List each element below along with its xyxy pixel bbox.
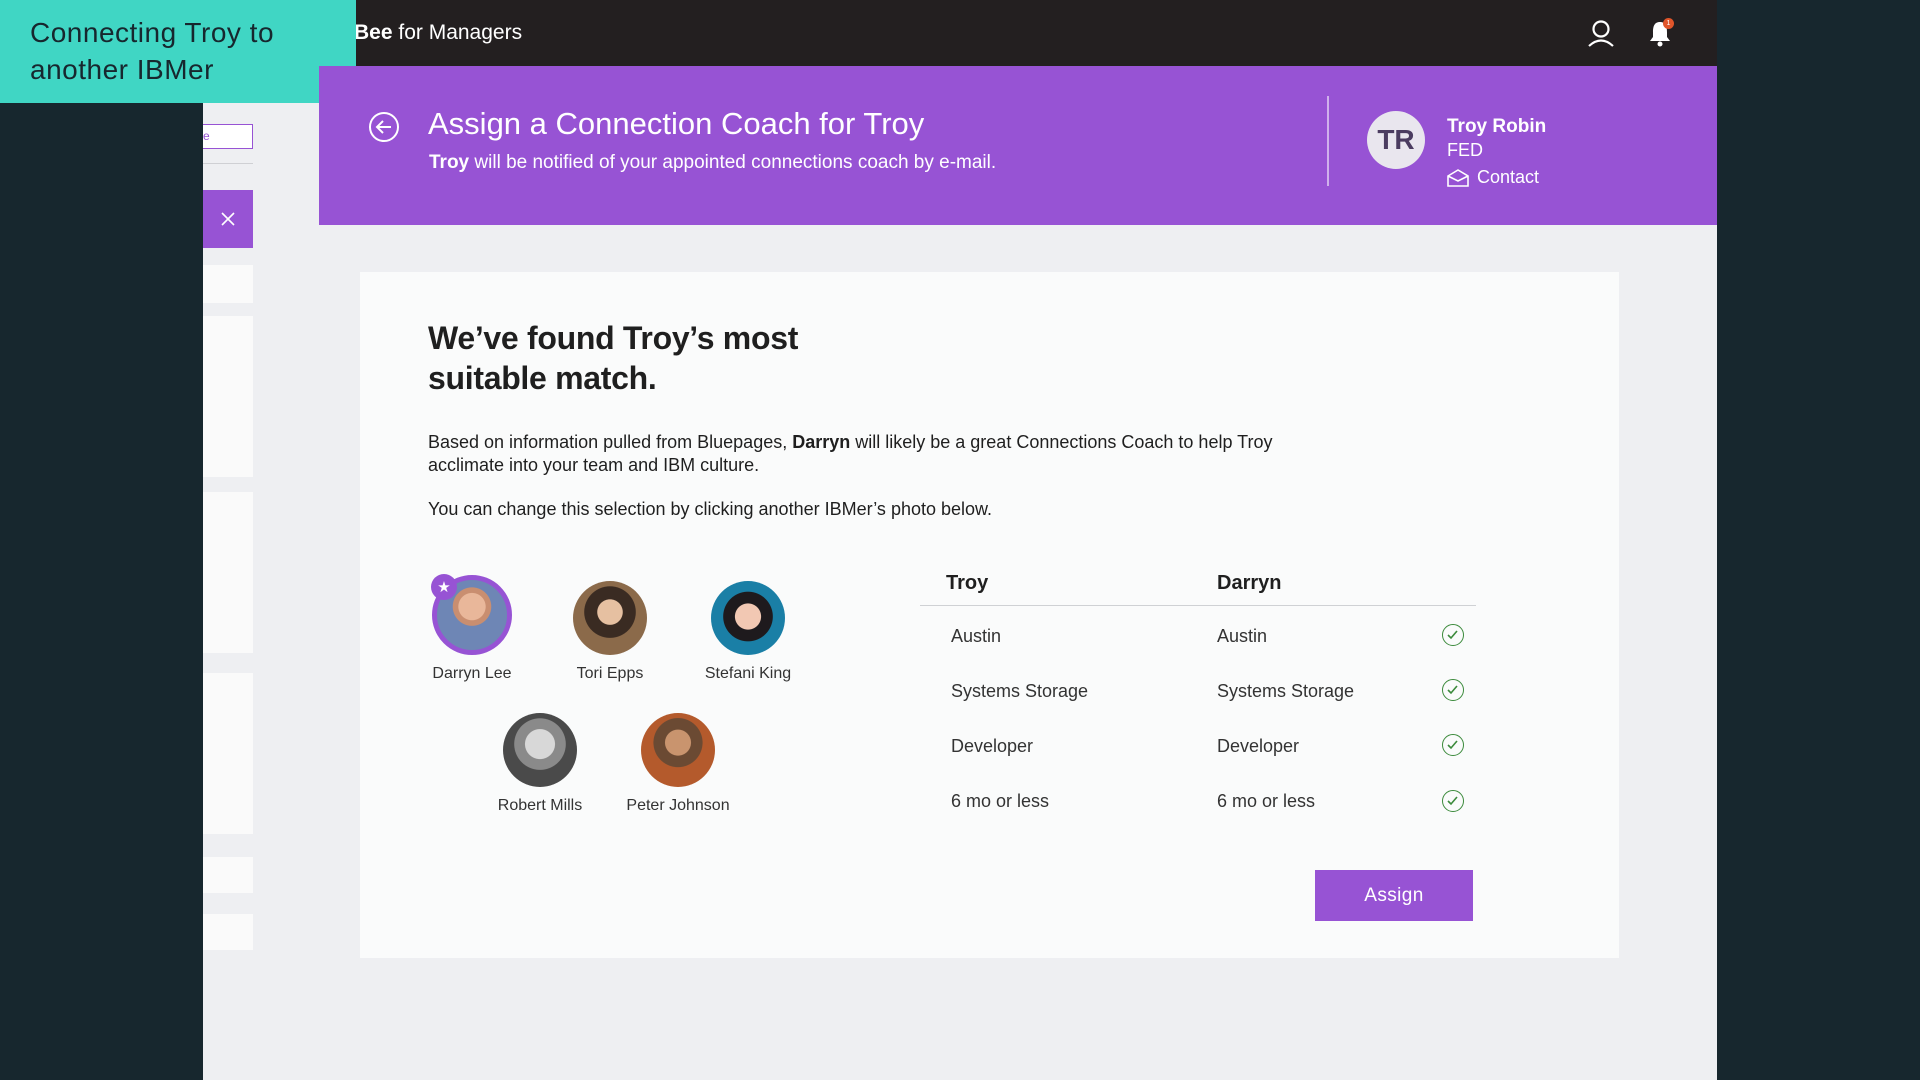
- close-icon: [221, 212, 235, 226]
- person-name: Peter Johnson: [626, 797, 730, 814]
- compare-cell-b: 6 mo or less: [1217, 791, 1316, 811]
- compare-cell-a: 6 mo or less: [951, 791, 1050, 811]
- person-photo[interactable]: [711, 581, 785, 655]
- compare-cell-b: Austin: [1217, 626, 1268, 646]
- person-name: Stefani King: [704, 665, 792, 682]
- sidebar-panel: [203, 316, 253, 477]
- step-caption: Connecting Troy to another IBMer: [0, 0, 356, 103]
- user-icon: [1588, 20, 1614, 47]
- divider: [1327, 96, 1329, 186]
- person-name: Robert Mills: [497, 797, 583, 814]
- contact-label: Contact: [1477, 167, 1540, 187]
- employee-role: FED: [1447, 140, 1483, 160]
- person-tori-epps[interactable]: Tori Epps: [550, 581, 670, 683]
- card-title: We’ve found Troy’s most suitable match.: [428, 320, 799, 396]
- page-header: Assign a Connection Coach for Troy Troy …: [319, 66, 1717, 225]
- assign-button[interactable]: Assign: [1315, 870, 1473, 921]
- notification-badge: 1: [1663, 18, 1674, 29]
- star-icon: ★: [431, 574, 457, 600]
- compare-column-a: Troy: [946, 572, 989, 594]
- divider: [920, 605, 1476, 606]
- check-icon: [1442, 679, 1464, 701]
- person-stefani-king[interactable]: Stefani King: [688, 581, 808, 683]
- person-photo[interactable]: [503, 713, 577, 787]
- sidebar-row: [203, 857, 253, 893]
- check-icon: [1442, 624, 1464, 646]
- compare-cell-a: Systems Storage: [951, 681, 1089, 701]
- back-button[interactable]: [369, 112, 399, 142]
- employee-name: Troy Robin: [1447, 116, 1547, 137]
- sidebar-row: [203, 914, 253, 950]
- close-button[interactable]: [203, 190, 253, 248]
- person-darryn-lee[interactable]: ★ Darryn Lee: [412, 574, 532, 683]
- compare-cell-b: Developer: [1217, 736, 1300, 756]
- person-photo[interactable]: [641, 713, 715, 787]
- page-title: Assign a Connection Coach for Troy: [428, 106, 925, 141]
- compare-cell-a: Austin: [951, 626, 1002, 646]
- page-subtitle: Troy will be notified of your appointed …: [429, 152, 997, 173]
- sidebar-panel: [203, 673, 253, 834]
- top-bar: Bee for Managers 1: [203, 0, 1717, 66]
- notifications-button[interactable]: 1: [1645, 18, 1675, 48]
- selection-hint: You can change this selection by clickin…: [428, 499, 993, 519]
- check-icon: [1442, 734, 1464, 756]
- person-name: Darryn Lee: [432, 665, 512, 682]
- app-brand[interactable]: Bee for Managers: [354, 21, 522, 45]
- person-peter-johnson[interactable]: Peter Johnson: [618, 713, 738, 815]
- arrow-left-icon: [375, 120, 391, 134]
- person-robert-mills[interactable]: Robert Mills: [480, 713, 600, 815]
- avatar: TR: [1367, 111, 1425, 169]
- person-name: Tori Epps: [576, 665, 644, 682]
- compare-cell-b: Systems Storage: [1217, 681, 1355, 701]
- check-icon: [1442, 790, 1464, 812]
- compare-cell-a: Developer: [951, 736, 1034, 756]
- envelope-icon: [1447, 168, 1469, 187]
- divider: [203, 163, 253, 164]
- sidebar-row: [203, 265, 253, 303]
- user-profile-button[interactable]: [1586, 18, 1616, 48]
- match-card: We’ve found Troy’s most suitable match. …: [360, 272, 1619, 958]
- match-description: Based on information pulled from Bluepag…: [428, 432, 1273, 475]
- sidebar-search-input[interactable]: e: [203, 124, 253, 149]
- compare-column-b: Darryn: [1217, 572, 1282, 594]
- contact-link[interactable]: Contact: [1447, 167, 1539, 188]
- person-photo[interactable]: ★: [431, 574, 512, 655]
- sidebar-panel: [203, 492, 253, 653]
- person-photo[interactable]: [573, 581, 647, 655]
